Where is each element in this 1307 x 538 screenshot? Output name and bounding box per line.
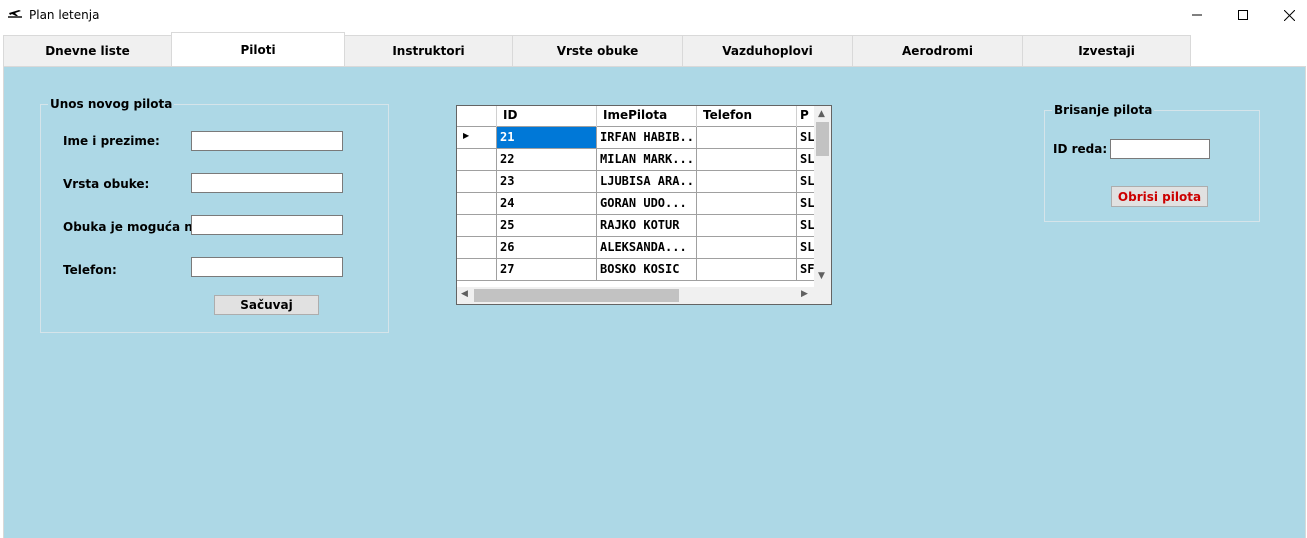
tab-aerodromi[interactable]: Aerodromi [852, 35, 1023, 66]
window-title: Plan letenja [29, 8, 100, 22]
grid-rows: ▶ 21 IRFAN HABIB... SL 22 MILAN MARK... SL 23 LJ… [457, 127, 815, 287]
training-type-label: Vrsta obuke: [63, 177, 150, 191]
horizontal-scroll-thumb[interactable] [474, 289, 679, 302]
id-input[interactable] [1110, 139, 1210, 159]
row-header[interactable] [457, 171, 497, 193]
cell-telefon[interactable] [697, 171, 797, 193]
delete-pilot-group: Brisanje pilota ID reda: Obrisi pilota [1044, 103, 1260, 222]
cell-id[interactable]: 27 [497, 259, 597, 281]
row-header-corner [457, 106, 497, 127]
cell-p[interactable]: SL [797, 237, 815, 259]
id-label: ID reda: [1053, 142, 1108, 156]
grid-header: ID ImePilota Telefon P [457, 106, 815, 127]
tab-vazduhoplovi[interactable]: Vazduhoplovi [682, 35, 853, 66]
cell-ime-pilota[interactable]: IRFAN HABIB... [597, 127, 697, 149]
cell-id[interactable]: 22 [497, 149, 597, 171]
row-header[interactable] [457, 215, 497, 237]
cell-p[interactable]: SF [797, 259, 815, 281]
table-row[interactable]: 24 GORAN UDO... SL [457, 193, 815, 215]
tab-izvestaji[interactable]: Izvestaji [1022, 35, 1191, 66]
minimize-icon [1192, 14, 1202, 16]
cell-p[interactable]: SL [797, 171, 815, 193]
vertical-scrollbar[interactable]: ▲ ▼ [814, 106, 831, 287]
cell-telefon[interactable] [697, 149, 797, 171]
cell-id[interactable]: 24 [497, 193, 597, 215]
table-row[interactable]: 25 RAJKO KOTUR SL [457, 215, 815, 237]
table-row[interactable]: 23 LJUBISA ARA... SL [457, 171, 815, 193]
cell-p[interactable]: SL [797, 127, 815, 149]
scroll-down-icon[interactable]: ▼ [818, 271, 825, 281]
delete-pilot-button[interactable]: Obrisi pilota [1111, 186, 1208, 207]
cell-p[interactable]: SL [797, 149, 815, 171]
scroll-right-icon[interactable]: ▶ [801, 289, 808, 299]
current-row-arrow-icon: ▶ [463, 131, 470, 140]
maximize-icon [1238, 10, 1248, 20]
delete-pilot-group-title: Brisanje pilota [1052, 103, 1155, 117]
tab-piloti[interactable]: Piloti [171, 32, 345, 66]
row-header[interactable] [457, 237, 497, 259]
vertical-scroll-thumb[interactable] [816, 122, 829, 156]
pilots-grid[interactable]: ID ImePilota Telefon P ▶ 21 IRFAN HABIB...… [456, 105, 832, 305]
name-input[interactable] [191, 131, 343, 151]
name-label: Ime i prezime: [63, 134, 160, 148]
training-possible-input[interactable] [191, 215, 343, 235]
cell-ime-pilota[interactable]: LJUBISA ARA... [597, 171, 697, 193]
phone-input[interactable] [191, 257, 343, 277]
minimize-button[interactable] [1174, 0, 1220, 30]
tab-strip: Dnevne liste Piloti Instruktori Vrste ob… [3, 32, 1303, 66]
cell-p[interactable]: SL [797, 215, 815, 237]
cell-telefon[interactable] [697, 237, 797, 259]
scroll-up-icon[interactable]: ▲ [818, 109, 825, 119]
table-row[interactable]: 22 MILAN MARK... SL [457, 149, 815, 171]
column-header-p[interactable]: P [797, 106, 815, 127]
tab-vrste-obuke[interactable]: Vrste obuke [512, 35, 683, 66]
cell-telefon[interactable] [697, 259, 797, 281]
tab-dnevne-liste[interactable]: Dnevne liste [3, 35, 172, 66]
scroll-left-icon[interactable]: ◀ [461, 289, 468, 299]
column-header-id[interactable]: ID [497, 106, 597, 127]
close-button[interactable] [1266, 0, 1307, 30]
cell-id[interactable]: 26 [497, 237, 597, 259]
close-icon [1283, 9, 1295, 21]
new-pilot-group: Unos novog pilota Ime i prezime: Vrsta o… [40, 97, 389, 333]
save-button[interactable]: Sačuvaj [214, 295, 319, 315]
table-row[interactable]: ▶ 21 IRFAN HABIB... SL [457, 127, 815, 149]
cell-ime-pilota[interactable]: RAJKO KOTUR [597, 215, 697, 237]
table-row[interactable]: 27 BOSKO KOSIC SF [457, 259, 815, 281]
cell-ime-pilota[interactable]: ALEKSANDA... [597, 237, 697, 259]
row-header[interactable] [457, 149, 497, 171]
cell-ime-pilota[interactable]: BOSKO KOSIC [597, 259, 697, 281]
cell-ime-pilota[interactable]: MILAN MARK... [597, 149, 697, 171]
airplane-icon [8, 10, 22, 18]
row-header[interactable]: ▶ [457, 127, 497, 149]
cell-telefon[interactable] [697, 193, 797, 215]
cell-id[interactable]: 25 [497, 215, 597, 237]
title-bar: Plan letenja [0, 0, 1307, 30]
horizontal-scrollbar[interactable]: ◀ ▶ [457, 287, 831, 304]
cell-telefon[interactable] [697, 127, 797, 149]
cell-ime-pilota[interactable]: GORAN UDO... [597, 193, 697, 215]
column-header-ime-pilota[interactable]: ImePilota [597, 106, 697, 127]
cell-id[interactable]: 23 [497, 171, 597, 193]
maximize-button[interactable] [1220, 0, 1266, 30]
tab-instruktori[interactable]: Instruktori [344, 35, 513, 66]
phone-label: Telefon: [63, 263, 117, 277]
training-type-input[interactable] [191, 173, 343, 193]
column-header-telefon[interactable]: Telefon [697, 106, 797, 127]
cell-telefon[interactable] [697, 215, 797, 237]
cell-id[interactable]: 21 [497, 127, 597, 149]
cell-p[interactable]: SL [797, 193, 815, 215]
row-header[interactable] [457, 259, 497, 281]
piloti-panel: Unos novog pilota Ime i prezime: Vrsta o… [3, 66, 1306, 538]
new-pilot-group-title: Unos novog pilota [48, 97, 175, 111]
row-header[interactable] [457, 193, 497, 215]
table-row[interactable]: 26 ALEKSANDA... SL [457, 237, 815, 259]
training-possible-label: Obuka je moguća na: [63, 220, 206, 234]
